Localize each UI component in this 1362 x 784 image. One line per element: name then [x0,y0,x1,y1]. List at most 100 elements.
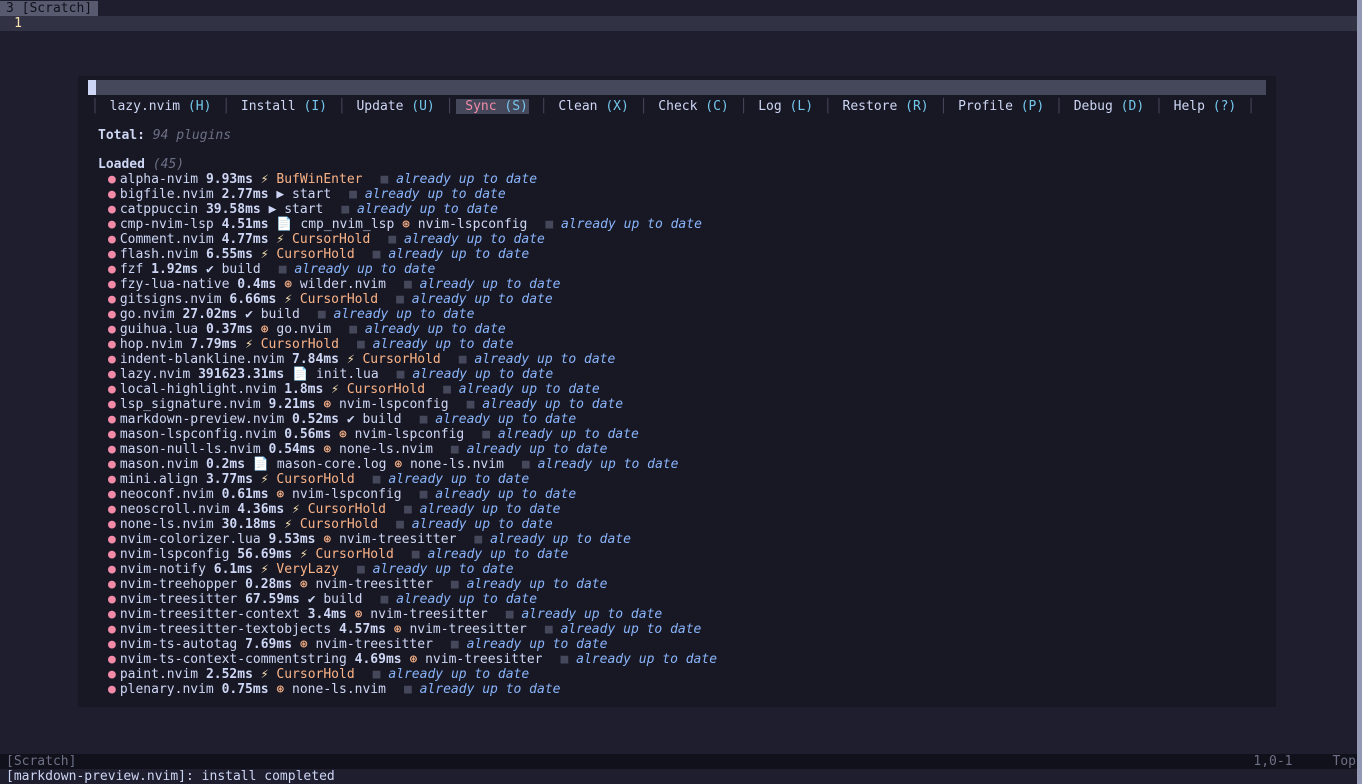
plugin-row[interactable]: ●bigfile.nvim 2.77ms ▶ start■ already up… [98,187,1266,202]
plugin-status: already up to date [404,232,545,247]
plugin-row[interactable]: ●mason-null-ls.nvim 0.54ms ⊛ none-ls.nvi… [98,442,1266,457]
plugin-row[interactable]: ●nvim-ts-context-commentstring 4.69ms ⊛ … [98,652,1266,667]
plugin-row[interactable]: ●nvim-treesitter-textobjects 4.57ms ⊛ nv… [98,622,1266,637]
plugin-row[interactable]: ●Comment.nvim 4.77ms ⚡ CursorHold■ alrea… [98,232,1266,247]
plugin-row[interactable]: ●mason.nvim 0.2ms 📄 mason-core.log ⊛ non… [98,457,1266,472]
plugin-row[interactable]: ●plenary.nvim 0.75ms ⊛ none-ls.nvim■ alr… [98,682,1266,697]
plugin-status: already up to date [412,367,553,382]
plugin-row[interactable]: ●neoscroll.nvim 4.36ms ⚡ CursorHold■ alr… [98,502,1266,517]
plugin-time: 9.53ms [269,532,316,547]
plugin-row[interactable]: ●go.nvim 27.02ms ✔ build■ already up to … [98,307,1266,322]
plugin-trigger: init.lua [316,367,379,382]
bullet-icon: ● [108,637,116,652]
gear-icon: ⊛ [261,322,269,337]
status-filename: [Scratch] [6,754,76,769]
plugin-row[interactable]: ●hop.nvim 7.79ms ⚡ CursorHold■ already u… [98,337,1266,352]
menu-key: (D) [1121,99,1144,114]
plugin-name: nvim-colorizer.lua [120,532,261,547]
plugin-name: guihua.lua [120,322,198,337]
plugin-row[interactable]: ●none-ls.nvim 30.18ms ⚡ CursorHold■ alre… [98,517,1266,532]
menu-separator: │ [446,99,454,114]
bullet-icon: ● [108,292,116,307]
buffer-line-1: 1 [0,16,1362,31]
status-box-icon: ■ [388,232,404,247]
plugin-time: 4.69ms [355,652,402,667]
menu-key: (I) [304,99,327,114]
menu-item-install[interactable]: Install (I) [233,99,327,114]
menu-separator: │ [1155,99,1163,114]
plugin-row[interactable]: ●gitsigns.nvim 6.66ms ⚡ CursorHold■ alre… [98,292,1266,307]
plugin-trigger: start [292,187,331,202]
bullet-icon: ● [108,382,116,397]
plugin-row[interactable]: ●lsp_signature.nvim 9.21ms ⊛ nvim-lspcon… [98,397,1266,412]
menu-separator: │ [740,99,748,114]
tab-scratch[interactable]: 3 [Scratch] [0,1,98,16]
plugin-row[interactable]: ●lazy.nvim 391623.31ms 📄 init.lua■ alrea… [98,367,1266,382]
status-box-icon: ■ [404,277,420,292]
bullet-icon: ● [108,652,116,667]
plugin-row[interactable]: ●nvim-treesitter 67.59ms ✔ build■ alread… [98,592,1266,607]
menu-item-restore[interactable]: Restore (R) [835,99,929,114]
menu-item-update[interactable]: Update (U) [349,99,435,114]
plugin-row[interactable]: ●mason-lspconfig.nvim 0.56ms ⊛ nvim-lspc… [98,427,1266,442]
menu-item-clean[interactable]: Clean (X) [551,99,629,114]
plugin-row[interactable]: ●markdown-preview.nvim 0.52ms ✔ build■ a… [98,412,1266,427]
scrollbar[interactable] [1357,0,1362,784]
menu-item-lazynvim[interactable]: lazy.nvim (H) [102,99,212,114]
plugin-time: 0.75ms [222,682,269,697]
menu-item-log[interactable]: Log (L) [750,99,813,114]
status-box-icon: ■ [482,427,498,442]
plugin-row[interactable]: ●neoconf.nvim 0.61ms ⊛ nvim-lspconfig■ a… [98,487,1266,502]
plugin-trigger: nvim-treesitter [316,577,433,592]
plugin-row[interactable]: ●cmp-nvim-lsp 4.51ms 📄 cmp_nvim_lsp ⊛ nv… [98,217,1266,232]
file-icon: 📄 [292,367,308,382]
menu-item-check[interactable]: Check (C) [650,99,728,114]
plugin-row[interactable]: ●nvim-colorizer.lua 9.53ms ⊛ nvim-treesi… [98,532,1266,547]
menu-item-sync[interactable]: Sync (S) [456,99,528,114]
plugin-row[interactable]: ●fzy-lua-native 0.4ms ⊛ wilder.nvim■ alr… [98,277,1266,292]
plugin-time: 0.56ms [284,427,331,442]
plugin-status: already up to date [474,352,615,367]
bullet-icon: ● [108,187,116,202]
plugin-trigger: none-ls.nvim [292,682,386,697]
plugin-name: fzf [120,262,143,277]
plugin-status: already up to date [396,592,537,607]
plugin-status: already up to date [396,172,537,187]
plugin-row[interactable]: ●catppuccin 39.58ms ▶ start■ already up … [98,202,1266,217]
menu-item-profile[interactable]: Profile (P) [950,99,1044,114]
plugin-row[interactable]: ●guihua.lua 0.37ms ⊛ go.nvim■ already up… [98,322,1266,337]
bullet-icon: ● [108,532,116,547]
status-box-icon: ■ [373,472,389,487]
plugin-row[interactable]: ●nvim-treehopper 0.28ms ⊛ nvim-treesitte… [98,577,1266,592]
plugin-row[interactable]: ●nvim-treesitter-context 3.4ms ⊛ nvim-tr… [98,607,1266,622]
play-icon: ▶ [269,202,277,217]
plugin-time: 6.66ms [229,292,276,307]
bullet-icon: ● [108,277,116,292]
cursor-icon [88,80,96,95]
plugin-row[interactable]: ●local-highlight.nvim 1.8ms ⚡ CursorHold… [98,382,1266,397]
bullet-icon: ● [108,667,116,682]
plugin-row[interactable]: ●fzf 1.92ms ✔ build■ already up to date [98,262,1266,277]
plugin-row[interactable]: ●indent-blankline.nvim 7.84ms ⚡ CursorHo… [98,352,1266,367]
plugin-row[interactable]: ●nvim-notify 6.1ms ⚡ VeryLazy■ already u… [98,562,1266,577]
check-icon: ✔ [347,412,355,427]
status-box-icon: ■ [420,412,436,427]
plugin-row[interactable]: ●mini.align 3.77ms ⚡ CursorHold■ already… [98,472,1266,487]
plugin-row[interactable]: ●nvim-ts-autotag 7.69ms ⊛ nvim-treesitte… [98,637,1266,652]
cmdline-message: [markdown-preview.nvim]: install complet… [6,769,335,784]
plugin-row[interactable]: ●alpha-nvim 9.93ms ⚡ BufWinEnter■ alread… [98,172,1266,187]
plugin-name: fzy-lua-native [120,277,230,292]
bullet-icon: ● [108,577,116,592]
plugin-row[interactable]: ●flash.nvim 6.55ms ⚡ CursorHold■ already… [98,247,1266,262]
total-count: 94 plugins [153,128,231,143]
status-box-icon: ■ [397,367,413,382]
lazy-menu: │ lazy.nvim (H) │ Install (I) │ Update (… [88,99,1266,114]
plugin-row[interactable]: ●paint.nvim 2.52ms ⚡ CursorHold■ already… [98,667,1266,682]
plugin-time: 0.52ms [292,412,339,427]
plugin-list: ●alpha-nvim 9.93ms ⚡ BufWinEnter■ alread… [98,172,1266,697]
menu-item-help[interactable]: Help (?) [1166,99,1236,114]
menu-item-debug[interactable]: Debug (D) [1066,99,1144,114]
play-icon: ▶ [276,187,284,202]
plugin-row[interactable]: ●nvim-lspconfig 56.69ms ⚡ CursorHold■ al… [98,547,1266,562]
plugin-time: 0.37ms [206,322,253,337]
